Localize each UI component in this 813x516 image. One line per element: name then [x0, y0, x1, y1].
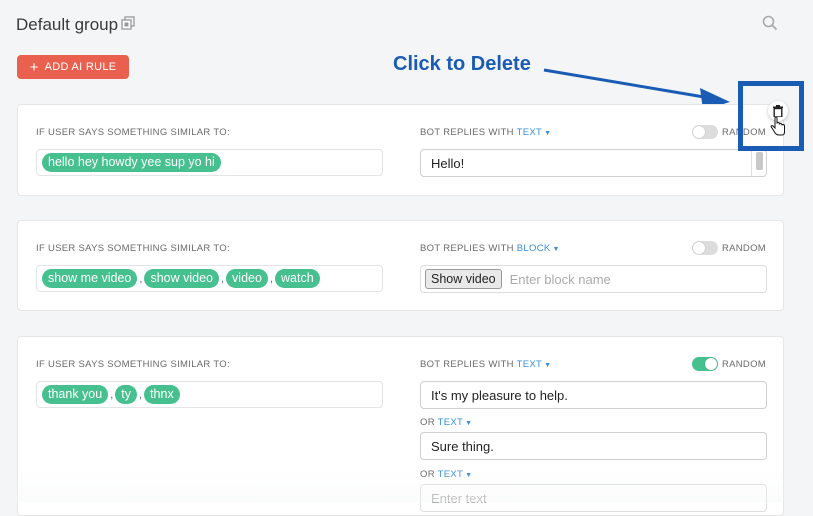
random-toggle-group[interactable]: RANDOM	[691, 241, 766, 255]
random-label: RANDOM	[721, 358, 766, 370]
reply-placeholder: Enter text	[431, 490, 487, 506]
bot-replies-text: BOT REPLIES WITH	[420, 359, 514, 370]
or-text: OR	[420, 469, 435, 480]
reply-text: Sure thing.	[431, 438, 494, 454]
annotation-highlight-box	[738, 81, 804, 151]
or-label: OR TEXT ▼	[420, 469, 472, 480]
or-label: OR TEXT ▼	[420, 417, 472, 428]
caret-down-icon: ▼	[552, 246, 560, 253]
phrase-chip[interactable]: video	[226, 269, 268, 288]
random-toggle[interactable]	[691, 125, 718, 139]
phrase-chip[interactable]: hello hey howdy yee sup yo hi	[42, 153, 221, 172]
reply-text-field[interactable]: Hello!	[420, 149, 767, 177]
ai-rule-card: IF USER SAYS SOMETHING SIMILAR TO: thank…	[17, 336, 784, 516]
group-title[interactable]: Default group	[16, 15, 118, 35]
phrase-chip[interactable]: thank you	[42, 385, 109, 404]
ai-rule-card: IF USER SAYS SOMETHING SIMILAR TO: show …	[17, 220, 784, 311]
bot-replies-text: BOT REPLIES WITH	[420, 243, 514, 254]
random-toggle[interactable]	[691, 241, 718, 255]
annotation-text: Click to Delete	[393, 53, 531, 75]
reply-text: It's my pleasure to help.	[431, 387, 568, 403]
phrase-chip[interactable]: watch	[275, 269, 320, 288]
reply-text-field[interactable]: It's my pleasure to help.	[420, 381, 767, 409]
reply-type-dropdown[interactable]: TEXT	[438, 469, 463, 480]
phrase-chip[interactable]: thnx	[144, 385, 180, 404]
bot-replies-label: BOT REPLIES WITH TEXT ▼	[420, 127, 551, 138]
reply-type-dropdown[interactable]: BLOCK	[517, 243, 551, 254]
random-toggle-group[interactable]: RANDOM	[691, 357, 766, 371]
user-phrases-field[interactable]: thank you, ty, thnx	[36, 381, 383, 408]
caret-down-icon: ▼	[465, 420, 473, 427]
plus-icon: +	[29, 58, 39, 76]
add-ai-rule-button[interactable]: + ADD AI RULE	[17, 55, 129, 79]
user-phrases-field[interactable]: show me video, show video, video, watch	[36, 265, 383, 292]
add-ai-rule-label: ADD AI RULE	[44, 61, 117, 73]
reply-text-input[interactable]: Enter text	[420, 484, 767, 512]
caret-down-icon: ▼	[544, 130, 552, 137]
block-chip[interactable]: Show video	[425, 269, 502, 289]
bot-replies-label: BOT REPLIES WITH TEXT ▼	[420, 359, 551, 370]
scrollbar-thumb[interactable]	[756, 152, 763, 170]
search-icon[interactable]	[762, 15, 778, 31]
random-toggle[interactable]	[691, 357, 718, 371]
ai-rule-card: IF USER SAYS SOMETHING SIMILAR TO: hello…	[17, 104, 784, 196]
reply-type-dropdown[interactable]: TEXT	[438, 417, 463, 428]
bot-replies-text: BOT REPLIES WITH	[420, 127, 514, 138]
phrase-chip[interactable]: show video	[144, 269, 219, 288]
user-says-label: IF USER SAYS SOMETHING SIMILAR TO:	[36, 127, 230, 138]
caret-down-icon: ▼	[544, 362, 552, 369]
random-label: RANDOM	[721, 242, 766, 254]
user-says-label: IF USER SAYS SOMETHING SIMILAR TO:	[36, 359, 230, 370]
scrollbar-track[interactable]	[751, 150, 766, 176]
or-text: OR	[420, 417, 435, 428]
reply-type-dropdown[interactable]: TEXT	[517, 127, 542, 138]
phrase-chip[interactable]: show me video	[42, 269, 138, 288]
phrase-chip[interactable]: ty	[115, 385, 138, 404]
reply-text: Hello!	[431, 155, 465, 171]
reply-text-field[interactable]: Sure thing.	[420, 432, 767, 460]
block-select-field[interactable]: Show video Enter block name	[420, 265, 767, 293]
user-phrases-field[interactable]: hello hey howdy yee sup yo hi	[36, 149, 383, 176]
copy-icon[interactable]	[121, 16, 135, 30]
caret-down-icon: ▼	[465, 472, 473, 479]
block-name-input[interactable]: Enter block name	[510, 272, 611, 287]
bot-replies-label: BOT REPLIES WITH BLOCK ▼	[420, 243, 560, 254]
reply-type-dropdown[interactable]: TEXT	[517, 359, 542, 370]
user-says-label: IF USER SAYS SOMETHING SIMILAR TO:	[36, 243, 230, 254]
